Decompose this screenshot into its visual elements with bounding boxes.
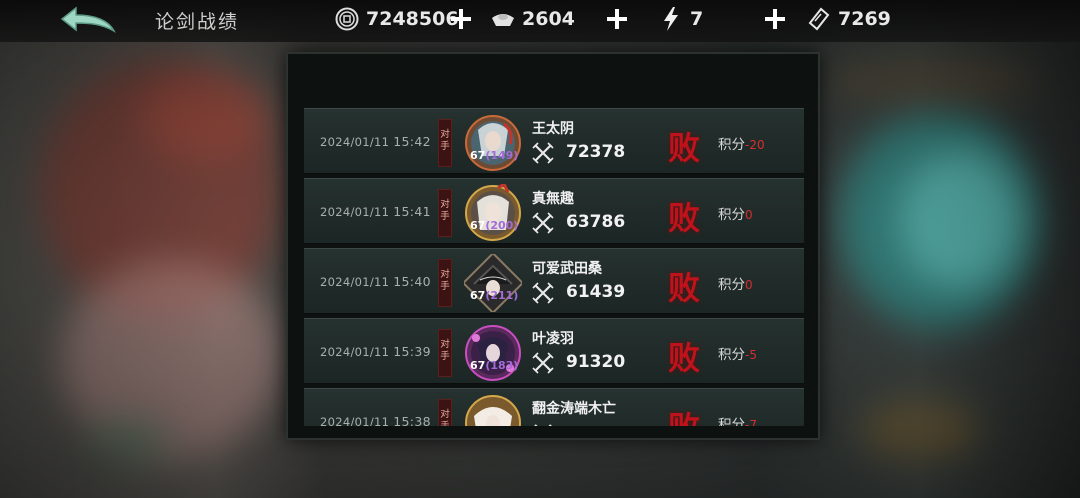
opponent-tag: 对手: [438, 189, 452, 237]
ticket-resource: 7269: [806, 0, 946, 38]
stamina-resource: 7: [658, 0, 758, 38]
page-title: 论剑战绩: [155, 11, 240, 33]
opponent-name: 翻金涛端木亡: [532, 401, 616, 417]
score-change: 积分-5: [718, 343, 757, 363]
level-value: 67: [470, 149, 486, 162]
score-change: 积分-7: [718, 413, 757, 426]
battle-time: 15:39: [393, 344, 431, 359]
defeat-mark: 败: [668, 269, 701, 307]
score-label: 积分: [718, 347, 745, 363]
opponent-avatar[interactable]: [464, 184, 522, 242]
battle-row[interactable]: 2024/01/1115:38 对手 翻金涛端木亡 败 积分-7: [304, 388, 804, 426]
battle-date: 2024/01/11: [320, 275, 390, 289]
score-label: 积分: [718, 207, 745, 223]
opponent-avatar[interactable]: [464, 114, 522, 172]
battle-row[interactable]: 2024/01/11 15:42 对手 67(149) 王太阴 72378 败 积…: [304, 108, 804, 174]
defeat-mark: 败: [668, 199, 701, 237]
crossed-swords-icon: [532, 282, 554, 304]
score-label: 积分: [718, 417, 745, 426]
battle-row[interactable]: 2024/01/11 15:40 对手 67(211) 可爱武田桑 61439 败…: [304, 248, 804, 314]
opponent-tag: 对手: [438, 399, 452, 426]
ticket-icon: [806, 6, 832, 32]
level-sub: (211): [485, 289, 519, 302]
battle-time: 15:42: [393, 134, 431, 149]
opponent-power: 63786: [566, 212, 626, 232]
battle-row[interactable]: 2024/01/11 15:39 对手 67(183) 叶凌羽 91320 败 积…: [304, 318, 804, 384]
battle-datetime: 2024/01/11 15:41: [320, 204, 431, 219]
level-value: 67: [470, 359, 486, 372]
level-sub: (149): [485, 149, 519, 162]
score-delta: 0: [745, 208, 753, 222]
stamina-value: 7: [690, 8, 704, 30]
crossed-swords-icon: [532, 212, 554, 234]
battle-date: 2024/01/11: [320, 345, 390, 359]
score-delta: -5: [745, 348, 757, 362]
defeat-mark: 败: [668, 129, 701, 167]
level-value: 67: [470, 289, 486, 302]
score-label: 积分: [718, 277, 745, 293]
crossed-swords-icon: [532, 142, 554, 164]
opponent-level: 67(183): [470, 359, 518, 372]
add-stamina-button[interactable]: [762, 6, 788, 32]
opponent-level: 67(211): [470, 289, 518, 302]
battle-time: 15:41: [393, 204, 431, 219]
level-sub: (200): [485, 219, 519, 232]
battle-date: 2024/01/11: [320, 205, 390, 219]
back-arrow-icon: [60, 6, 116, 34]
level-sub: (183): [485, 359, 519, 372]
battle-time: 15:40: [393, 274, 431, 289]
opponent-level: 67(149): [470, 149, 518, 162]
opponent-avatar[interactable]: [464, 394, 522, 426]
crossed-swords-icon: [534, 424, 552, 426]
opponent-avatar[interactable]: [464, 254, 522, 312]
score-change: 积分0: [718, 273, 753, 293]
crossed-swords-icon: [532, 352, 554, 374]
top-bar: 论剑战绩 7248506 2604 7 7269: [0, 0, 1080, 42]
battle-datetime: 2024/01/11 15:42: [320, 134, 431, 149]
battle-datetime: 2024/01/11 15:40: [320, 274, 431, 289]
opponent-tag: 对手: [438, 259, 452, 307]
battle-row[interactable]: 2024/01/11 15:41 对手 67(200) 真無趣 63786 败 积…: [304, 178, 804, 244]
ticket-value: 7269: [838, 8, 891, 30]
defeat-mark: 败: [668, 339, 701, 377]
ingot-resource: 2604: [490, 0, 610, 38]
battle-record-panel: 2024/01/11 15:42 对手 67(149) 王太阴 72378 败 积…: [286, 52, 820, 440]
defeat-mark: 败: [668, 403, 700, 426]
back-button[interactable]: [56, 4, 122, 38]
battle-record-list[interactable]: 2024/01/11 15:42 对手 67(149) 王太阴 72378 败 积…: [304, 108, 804, 426]
score-delta: 0: [745, 278, 753, 292]
opponent-tag: 对手: [438, 119, 452, 167]
battle-datetime: 2024/01/11 15:39: [320, 344, 431, 359]
ingot-value: 2604: [522, 8, 575, 30]
score-label: 积分: [718, 137, 745, 153]
opponent-name: 可爱武田桑: [532, 261, 602, 277]
silver-ingot-icon: [490, 6, 516, 32]
coin-value: 7248506: [366, 8, 459, 30]
opponent-tag: 对手: [438, 329, 452, 377]
coin-icon: [334, 6, 360, 32]
opponent-name: 叶凌羽: [532, 331, 574, 347]
battle-datetime: 2024/01/11 15:38: [320, 414, 431, 426]
opponent-name: 王太阴: [532, 121, 574, 137]
opponent-power: 61439: [566, 282, 626, 302]
score-delta: -7: [745, 418, 757, 426]
opponent-name: 真無趣: [532, 191, 574, 207]
add-coin-button[interactable]: [448, 6, 474, 32]
opponent-power: 72378: [566, 142, 626, 162]
score-change: 积分-20: [718, 133, 765, 153]
level-value: 67: [470, 219, 486, 232]
opponent-power: 91320: [566, 352, 626, 372]
opponent-avatar[interactable]: [464, 324, 522, 382]
battle-time: 15:38: [393, 414, 431, 426]
add-ingot-button[interactable]: [604, 6, 630, 32]
lightning-icon: [658, 6, 684, 32]
battle-date: 2024/01/11: [320, 135, 390, 149]
battle-date: 2024/01/11: [320, 415, 390, 426]
opponent-level: 67(200): [470, 219, 518, 232]
score-delta: -20: [745, 138, 765, 152]
score-change: 积分0: [718, 203, 753, 223]
